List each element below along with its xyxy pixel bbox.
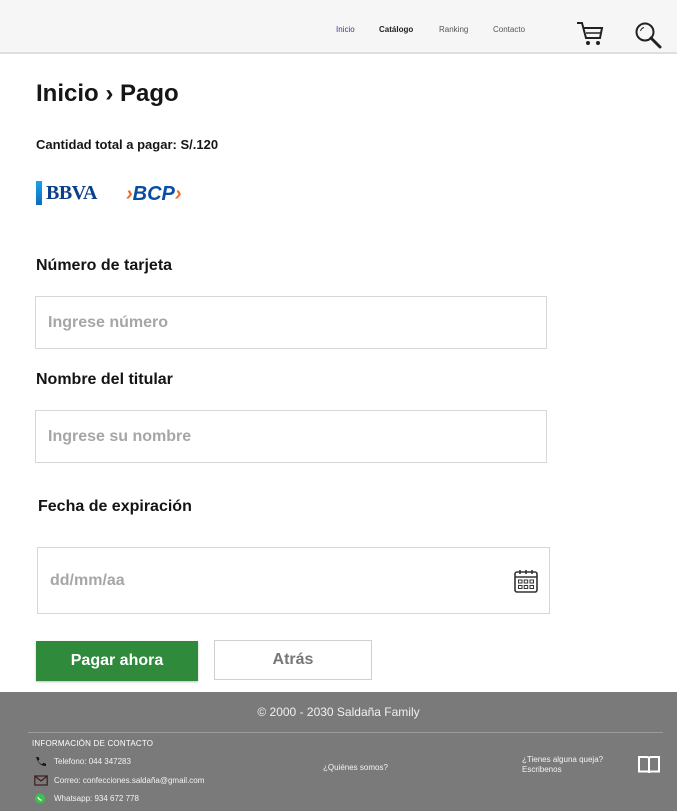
cart-icon[interactable] [575, 20, 605, 48]
complaint-line-2: Escribenos [522, 765, 562, 774]
contact-whatsapp-row: Whatsapp: 934 672 778 [34, 793, 139, 804]
bcp-option[interactable]: ›BCP› [126, 183, 182, 206]
contact-whatsapp: Whatsapp: 934 672 778 [54, 794, 139, 803]
top-nav-bar: Inicio Catálogo Ranking Contacto [0, 0, 677, 54]
pay-now-button[interactable]: Pagar ahora [36, 641, 198, 681]
breadcrumb: Inicio › Pago [36, 80, 179, 107]
nav-link-inicio[interactable]: Inicio [336, 25, 355, 34]
whatsapp-icon [35, 793, 45, 804]
expiry-date-label: Fecha de expiración [38, 498, 192, 515]
about-us-link[interactable]: ¿Quiénes somos? [323, 763, 388, 772]
calendar-icon[interactable] [513, 568, 539, 594]
bbva-logo-mark [36, 181, 42, 205]
expiry-date-input[interactable] [38, 548, 549, 613]
total-amount: Cantidad total a pagar: S/.120 [36, 137, 219, 152]
nav-link-catalogo[interactable]: Catálogo [379, 25, 413, 34]
holder-name-input[interactable] [36, 411, 546, 462]
card-number-input[interactable] [36, 297, 546, 348]
contact-email-row: Correo: confecciones.saldaña@gmail.com [34, 775, 204, 786]
bcp-chevron-left: › [126, 183, 133, 205]
phone-icon [36, 757, 46, 767]
copyright-text: © 2000 - 2030 Saldaña Family [257, 705, 420, 719]
contact-heading: INFORMACIÓN DE CONTACTO [32, 739, 154, 748]
contact-phone-row: Telefono: 044 347283 [34, 756, 131, 767]
holder-name-field [35, 410, 547, 463]
footer: © 2000 - 2030 Saldaña Family INFORMACIÓN… [0, 692, 677, 811]
search-icon[interactable] [633, 20, 663, 50]
bbva-option[interactable]: BBVA [36, 180, 98, 206]
card-number-field [35, 296, 547, 349]
nav-link-ranking[interactable]: Ranking [439, 25, 468, 34]
holder-name-label: Nombre del titular [36, 371, 173, 388]
bcp-chevron-right: › [174, 183, 182, 205]
bcp-logo-text: BCP [132, 183, 175, 205]
footer-divider [28, 732, 663, 733]
expiry-date-field [37, 547, 550, 614]
contact-phone: Telefono: 044 347283 [54, 757, 131, 766]
complaint-line-1: ¿Tienes alguna queja? [522, 755, 604, 764]
bbva-logo-text: BBVA [46, 181, 98, 204]
complaint-link[interactable]: ¿Tienes alguna queja? Escribenos [522, 755, 603, 775]
book-icon[interactable] [637, 754, 661, 776]
contact-email[interactable]: Correo: confecciones.saldaña@gmail.com [54, 776, 204, 785]
back-button[interactable]: Atrás [214, 640, 372, 680]
nav-link-contacto[interactable]: Contacto [493, 25, 525, 34]
mail-icon [34, 775, 48, 786]
card-number-label: Número de tarjeta [36, 257, 173, 274]
